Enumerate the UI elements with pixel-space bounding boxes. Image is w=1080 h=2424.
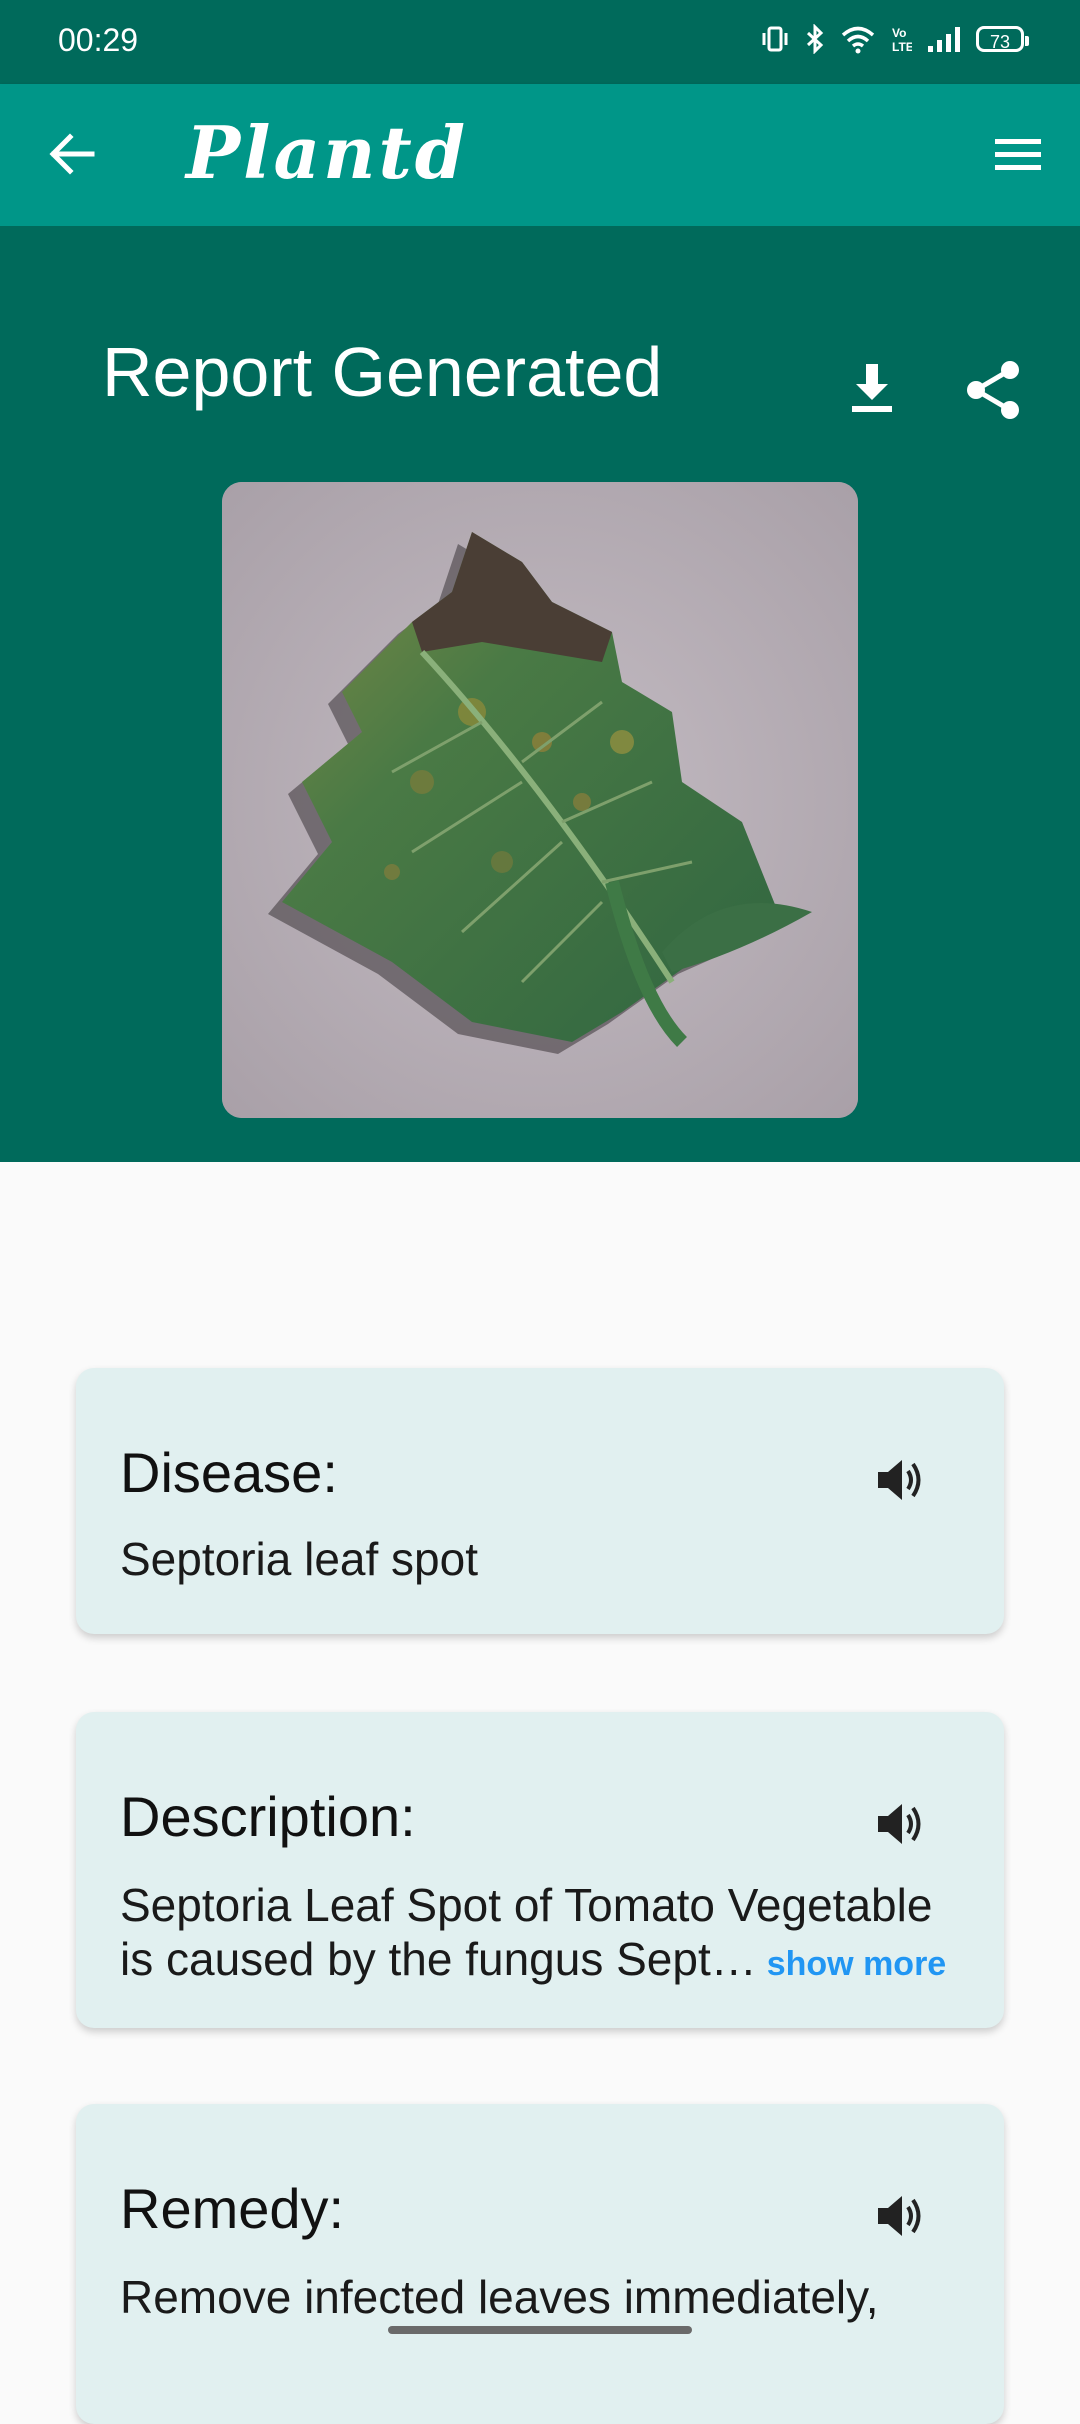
status-icons: Vo LTE 73 [760,24,1029,54]
speaker-icon [878,1804,921,1844]
download-button[interactable] [840,356,904,420]
speaker-icon [878,1460,921,1500]
svg-text:LTE: LTE [892,40,912,54]
home-indicator[interactable] [388,2326,692,2334]
description-card: Description: Septoria Leaf Spot of Tomat… [76,1712,1004,2028]
disease-speak-button[interactable] [870,1450,930,1510]
share-button[interactable] [960,356,1028,424]
svg-text:Vo: Vo [892,26,906,40]
leaf-photo [222,482,858,1118]
wifi-icon [840,24,876,54]
disease-card: Disease: Septoria leaf spot [76,1368,1004,1634]
description-heading: Description: [120,1785,416,1848]
speaker-icon [878,2196,921,2236]
remedy-heading: Remedy: [120,2177,345,2240]
description-text: Septoria Leaf Spot of Tomato Vegetable i… [120,1878,980,1991]
app-title: Plantd [186,110,469,195]
download-icon [852,364,892,412]
remedy-speak-button[interactable] [870,2186,930,2246]
disease-heading: Disease: [120,1441,338,1504]
app-bar: Plantd [0,84,1080,226]
vibrate-icon [760,24,790,54]
bluetooth-icon [804,24,826,54]
report-title: Report Generated [102,333,663,411]
status-bar: 00:29 Vo LTE 73 [0,0,1080,84]
back-button[interactable] [40,122,104,186]
signal-icon [926,24,962,54]
description-line-2: is caused by the fungus Sept… show more [120,1932,980,1991]
battery-icon: 73 [976,26,1029,52]
report-header: Report Generated [0,226,1080,1162]
show-more-link[interactable]: show more [767,1945,946,1983]
description-line-1: Septoria Leaf Spot of Tomato Vegetable [120,1879,933,1931]
back-arrow-icon [49,133,95,175]
menu-icon [995,139,1041,170]
volte-icon: Vo LTE [890,24,912,54]
disease-name: Septoria leaf spot [120,1533,479,1585]
description-line-2-text: is caused by the fungus Sept… [120,1933,757,1985]
share-icon [967,361,1019,419]
remedy-card: Remedy: Remove infected leaves immediate… [76,2104,1004,2424]
description-speak-button[interactable] [870,1794,930,1854]
menu-button[interactable] [986,122,1050,186]
status-time: 00:29 [58,22,139,58]
remedy-text: Remove infected leaves immediately, [120,2271,879,2323]
